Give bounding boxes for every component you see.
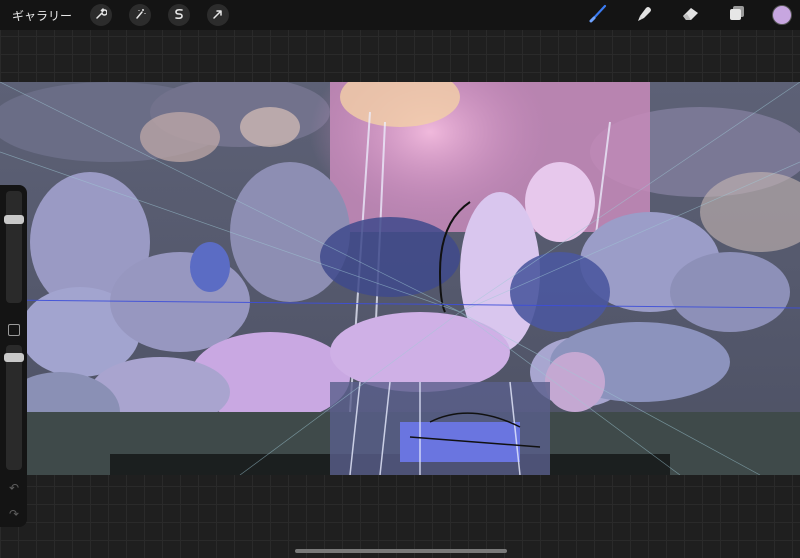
top-toolbar: ギャラリー xyxy=(0,0,800,30)
brush-size-slider[interactable] xyxy=(6,191,22,303)
actions-button[interactable] xyxy=(90,4,113,26)
modify-button[interactable] xyxy=(8,324,20,336)
brush-button[interactable] xyxy=(588,4,610,26)
wrench-icon xyxy=(95,7,108,23)
opacity-slider[interactable] xyxy=(6,345,22,470)
brush-icon xyxy=(588,2,610,28)
brush-sidebar: ↶ ↷ xyxy=(0,185,27,527)
smudge-icon xyxy=(634,2,656,28)
drawing-canvas[interactable] xyxy=(0,82,800,475)
eraser-icon xyxy=(680,2,702,28)
home-indicator xyxy=(295,549,507,553)
layers-icon xyxy=(726,2,748,28)
selection-button[interactable] xyxy=(168,4,191,26)
painting xyxy=(0,82,800,475)
transform-button[interactable] xyxy=(207,4,230,26)
arrow-cursor-icon xyxy=(212,8,224,23)
opacity-thumb[interactable] xyxy=(4,353,24,363)
redo-icon[interactable]: ↷ xyxy=(7,507,21,521)
magic-wand-icon xyxy=(134,8,146,23)
procreate-workspace: ギャラリー ↶ ↷ xyxy=(0,0,800,558)
eraser-button[interactable] xyxy=(680,4,702,26)
current-color-swatch[interactable] xyxy=(772,5,792,25)
brush-size-thumb[interactable] xyxy=(4,214,24,224)
right-tool-group xyxy=(588,0,800,30)
adjustments-button[interactable] xyxy=(129,4,152,26)
gallery-button[interactable]: ギャラリー xyxy=(12,7,72,24)
smudge-button[interactable] xyxy=(634,4,656,26)
undo-icon[interactable]: ↶ xyxy=(7,481,21,495)
layers-button[interactable] xyxy=(726,4,748,26)
selection-s-icon xyxy=(173,8,185,23)
